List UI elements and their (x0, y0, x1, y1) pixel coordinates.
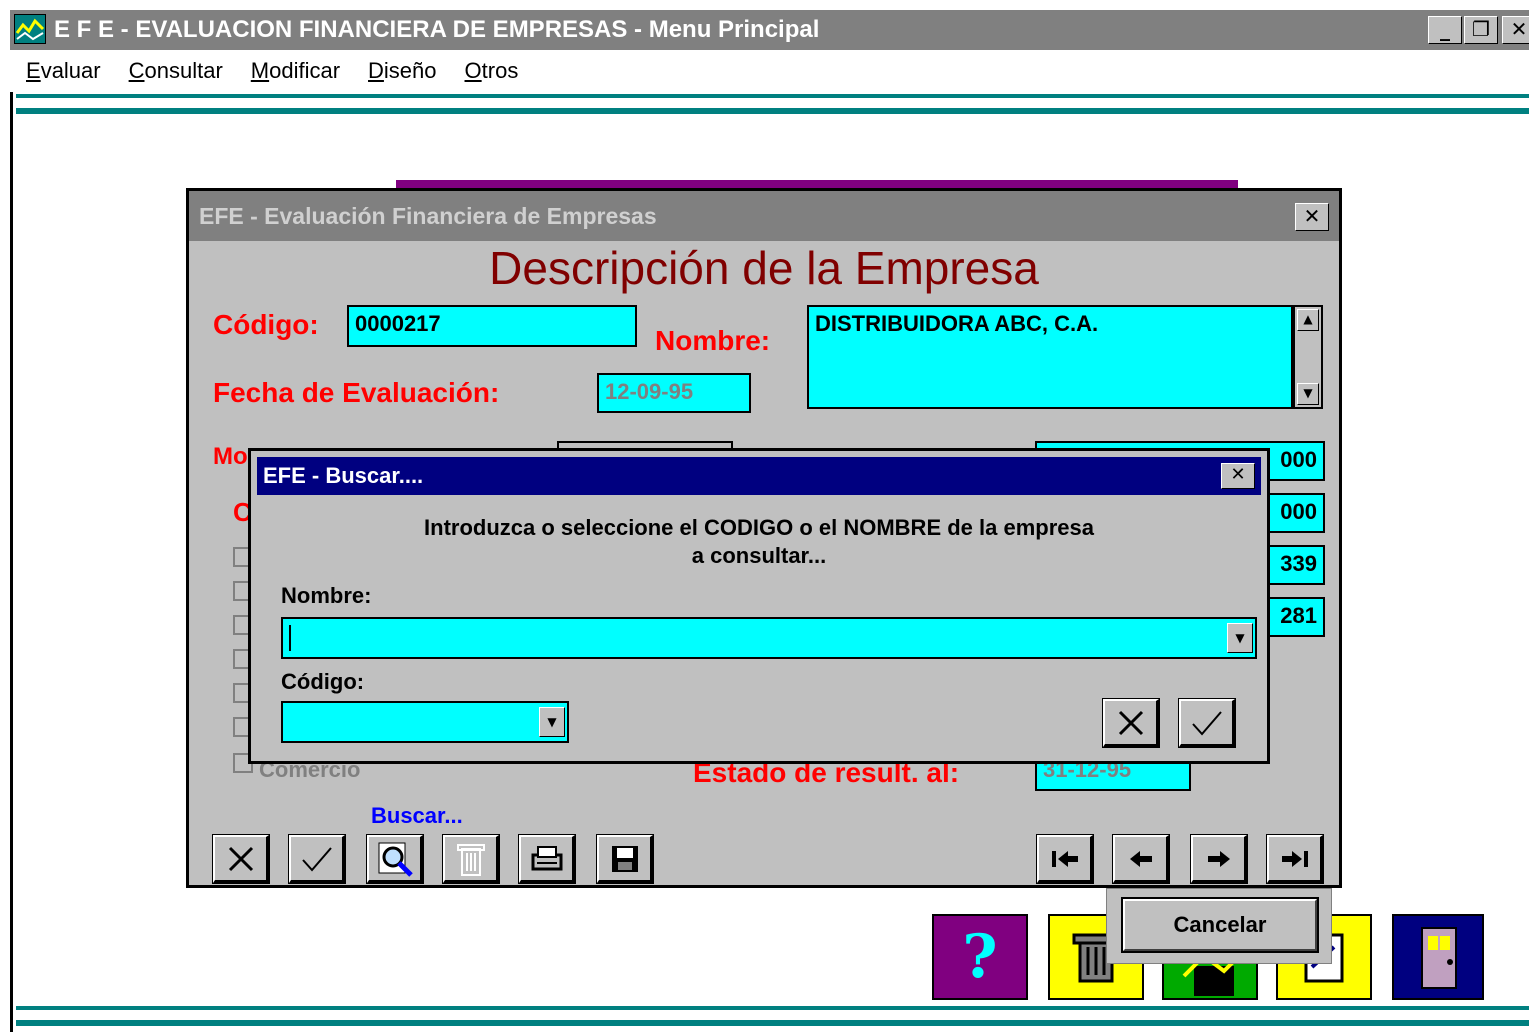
accept-toolbar-button[interactable] (288, 834, 346, 884)
previous-record-button[interactable] (1112, 834, 1170, 884)
dialog-close-button[interactable]: ✕ (1221, 463, 1255, 489)
cancel-toolbar-button[interactable] (212, 834, 270, 884)
form-heading: Descripción de la Empresa (489, 242, 1039, 294)
scroll-down-button[interactable]: ▼ (1297, 383, 1319, 405)
bottom-separator (16, 1006, 1529, 1010)
x-icon (1118, 710, 1143, 735)
check-icon (1191, 710, 1222, 736)
top-separator (16, 94, 1529, 98)
buscar-hint: Buscar... (371, 803, 463, 828)
window-left-border (10, 92, 13, 1032)
left-arrow-icon (1129, 850, 1152, 867)
delete-toolbar-button[interactable] (442, 834, 500, 884)
dialog-cancel-button[interactable] (1102, 698, 1160, 748)
main-title-bar: E F E - EVALUACION FINANCIERA DE EMPRESA… (10, 10, 1529, 50)
menu-evaluar[interactable]: Evaluar (26, 58, 101, 84)
top-separator-2 (16, 108, 1529, 114)
check-icon (301, 846, 332, 872)
door-icon (1421, 927, 1457, 989)
help-button[interactable]: ? (932, 914, 1028, 1000)
bottom-separator-2 (16, 1020, 1529, 1026)
form-title: EFE - Evaluación Financiera de Empresas (199, 203, 657, 229)
nombre-text-cursor (289, 625, 291, 651)
exit-big-button[interactable] (1392, 914, 1484, 1000)
search-dialog: EFE - Buscar.... ✕ Introduzca o seleccio… (248, 448, 1270, 764)
minimize-button[interactable]: _ (1428, 16, 1462, 44)
codigo-dropdown-button[interactable]: ▼ (539, 707, 565, 737)
dialog-nombre-label: Nombre: (281, 583, 372, 608)
dialog-title: EFE - Buscar.... (263, 463, 424, 488)
partial-label-mo: Mo (213, 443, 248, 470)
right-arrow-icon (1207, 850, 1230, 867)
right-value-2: 000 (1280, 499, 1317, 524)
form-close-button[interactable]: ✕ (1295, 203, 1329, 231)
first-record-button[interactable] (1036, 834, 1094, 884)
dialog-codigo-combobox[interactable]: ▼ (281, 701, 569, 743)
app-icon (14, 14, 46, 44)
nombre-dropdown-button[interactable]: ▼ (1227, 623, 1253, 653)
right-value-1: 000 (1280, 447, 1317, 472)
right-value-4: 281 (1280, 603, 1317, 628)
menu-diseno[interactable]: Diseño (368, 58, 436, 84)
dialog-message-line-2: a consultar... (691, 543, 827, 568)
menu-modificar[interactable]: Modificar (251, 58, 340, 84)
dialog-nombre-combobox[interactable]: ▼ (281, 617, 1257, 659)
menu-otros[interactable]: Otros (465, 58, 519, 84)
first-arrow-icon (1051, 850, 1078, 867)
fecha-field[interactable]: 12-09-95 (597, 373, 751, 413)
trash-icon (456, 843, 485, 876)
nombre-label: Nombre: (655, 325, 771, 356)
cancelar-popup: Cancelar (1106, 888, 1332, 964)
purple-bar (396, 180, 1238, 188)
last-arrow-icon (1281, 850, 1308, 867)
form-title-bar: EFE - Evaluación Financiera de Empresas … (189, 191, 1339, 241)
printer-icon (531, 845, 562, 870)
right-value-3: 339 (1280, 551, 1317, 576)
dialog-title-bar: EFE - Buscar.... ✕ (257, 457, 1261, 495)
codigo-field[interactable]: 0000217 (347, 305, 637, 347)
search-toolbar-button[interactable] (366, 834, 424, 884)
dialog-codigo-label: Código: (281, 669, 365, 694)
restore-button[interactable]: ❐ (1464, 16, 1498, 44)
cancelar-button[interactable]: Cancelar (1121, 897, 1319, 953)
floppy-disk-icon (611, 845, 638, 872)
x-icon (228, 846, 253, 871)
dialog-message-line-1: Introduzca o seleccione el CODIGO o el N… (424, 515, 1094, 540)
last-record-button[interactable] (1266, 834, 1324, 884)
dialog-accept-button[interactable] (1178, 698, 1236, 748)
scroll-up-button[interactable]: ▲ (1297, 309, 1319, 331)
help-icon: ? (962, 922, 998, 992)
menu-bar: Evaluar Consultar Modificar Diseño Otros (10, 50, 1529, 92)
print-toolbar-button[interactable] (518, 834, 576, 884)
codigo-label: Código: (213, 309, 319, 340)
cancelar-label: Cancelar (1173, 912, 1267, 937)
menu-consultar[interactable]: Consultar (129, 58, 223, 84)
nombre-scrollbar[interactable]: ▲ ▼ (1293, 305, 1323, 409)
magnifier-icon (378, 842, 413, 877)
close-window-button[interactable]: ✕ (1502, 16, 1529, 44)
nombre-field[interactable]: DISTRIBUIDORA ABC, C.A. (807, 305, 1293, 409)
fecha-label: Fecha de Evaluación: (213, 377, 500, 408)
save-toolbar-button[interactable] (596, 834, 654, 884)
next-record-button[interactable] (1190, 834, 1248, 884)
main-window-title: E F E - EVALUACION FINANCIERA DE EMPRESA… (54, 16, 820, 43)
